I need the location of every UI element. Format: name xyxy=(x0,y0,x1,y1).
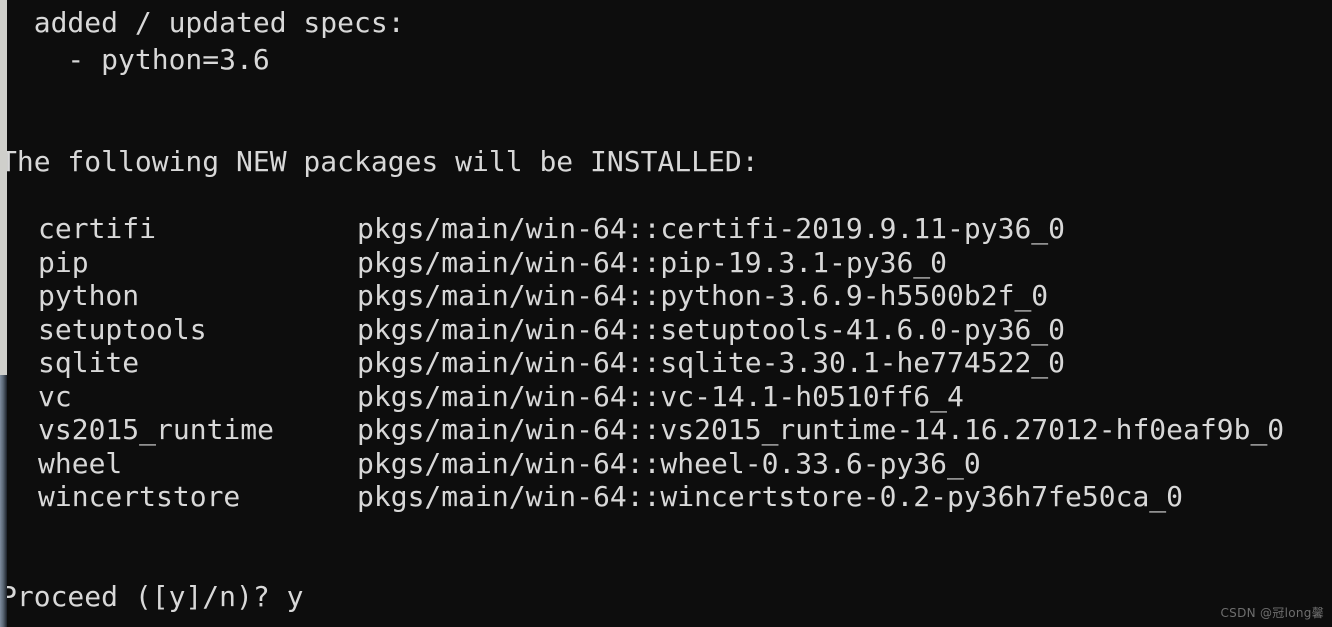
scrollbar-track[interactable] xyxy=(0,375,7,627)
proceed-prompt: Proceed ([y]/n)? y xyxy=(0,580,304,613)
package-spec: pkgs/main/win-64::setuptools-41.6.0-py36… xyxy=(357,312,1066,346)
installed-packages-header: The following NEW packages will be INSTA… xyxy=(0,145,759,178)
package-name: wincertstore xyxy=(38,480,241,513)
package-name: pip xyxy=(38,245,89,279)
terminal-output: added / updated specs: - python=3.6 The … xyxy=(0,0,1332,627)
csdn-watermark: CSDN @冠long馨 xyxy=(1220,606,1324,620)
terminal-window: added / updated specs: - python=3.6 The … xyxy=(0,0,1332,627)
added-updated-specs-header: added / updated specs: xyxy=(0,6,405,39)
package-spec: pkgs/main/win-64::python-3.6.9-h5500b2f_… xyxy=(357,279,1049,312)
package-spec: pkgs/main/win-64::vs2015_runtime-14.16.2… xyxy=(357,413,1285,446)
package-name: vs2015_runtime xyxy=(38,413,275,446)
package-name: setuptools xyxy=(38,312,207,346)
package-name: sqlite xyxy=(38,346,140,379)
package-spec: pkgs/main/win-64::wheel-0.33.6-py36_0 xyxy=(357,446,981,480)
package-spec: pkgs/main/win-64::pip-19.3.1-py36_0 xyxy=(357,245,948,279)
vertical-scrollbar[interactable] xyxy=(0,0,7,627)
package-name: wheel xyxy=(38,446,123,480)
scrollbar-thumb[interactable] xyxy=(0,0,7,375)
spec-item-python: - python=3.6 xyxy=(0,43,270,76)
package-name: vc xyxy=(38,379,72,413)
package-spec: pkgs/main/win-64::certifi-2019.9.11-py36… xyxy=(357,212,1066,245)
package-spec: pkgs/main/win-64::wincertstore-0.2-py36h… xyxy=(357,480,1184,513)
package-name: python xyxy=(38,279,140,312)
package-name: certifi xyxy=(38,212,157,245)
package-spec: pkgs/main/win-64::sqlite-3.30.1-he774522… xyxy=(357,346,1066,379)
package-spec: pkgs/main/win-64::vc-14.1-h0510ff6_4 xyxy=(357,379,964,413)
